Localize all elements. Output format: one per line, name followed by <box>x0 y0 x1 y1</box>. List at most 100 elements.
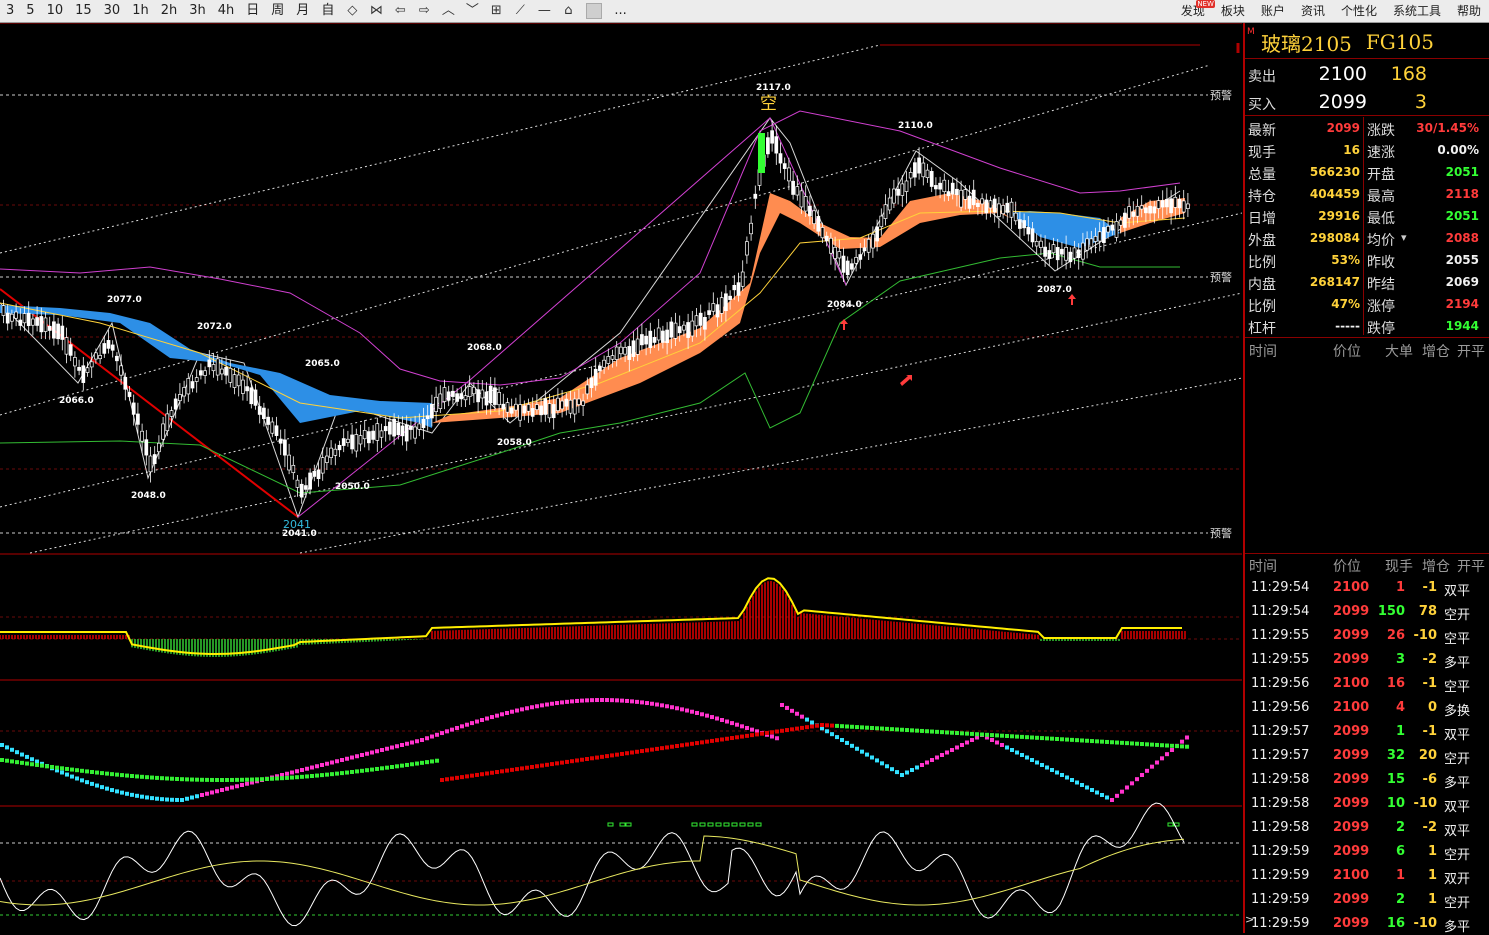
period-week[interactable]: 周 <box>265 0 290 22</box>
indicator-dot <box>1005 734 1009 738</box>
indicator-dot <box>440 778 444 782</box>
menu-personalize[interactable]: 个性化 <box>1333 0 1385 22</box>
indicator-dot <box>345 756 349 761</box>
tick-row[interactable]: 11:29:55 2099 26 -10 空平 <box>1245 623 1489 647</box>
draw-line-icon[interactable]: ⟋ <box>508 0 532 22</box>
indicator-dot <box>105 786 109 791</box>
menu-news[interactable]: 资讯 <box>1293 0 1333 22</box>
chevron-down-icon[interactable]: ﹀ <box>460 0 484 22</box>
indicator-dot <box>385 746 389 751</box>
tick-row[interactable]: 11:29:57 2099 32 20 空开 <box>1245 743 1489 767</box>
zoom-out-icon[interactable]: ⋈ <box>364 0 388 22</box>
tick-row[interactable]: 11:29:59 2099 6 1 空开 <box>1245 839 1489 863</box>
color-swatch[interactable] <box>586 3 603 19</box>
kline-chart[interactable]: 预警 预警 预警 2117.0 2110.0 2077.0 2072.0 206… <box>0 23 1242 933</box>
home-icon[interactable]: ⌂ <box>556 0 580 22</box>
period-15[interactable]: 15 <box>69 0 98 22</box>
period-day[interactable]: 日 <box>240 0 265 22</box>
indicator-dot <box>970 738 974 742</box>
tick-row[interactable]: 11:29:56 2100 4 0 多换 <box>1245 695 1489 719</box>
indicator-dot <box>610 698 614 703</box>
candle <box>572 398 577 415</box>
indicator-dot <box>130 774 134 779</box>
period-3[interactable]: 3 <box>0 0 20 22</box>
chevron-up-icon[interactable]: ︿ <box>436 0 460 22</box>
contract-name: 玻璃2105 <box>1261 31 1352 56</box>
tick-row[interactable]: 11:29:58 2099 2 -2 双平 <box>1245 815 1489 839</box>
tick-row[interactable]: 11:29:59 2099 2 1 空开 <box>1245 887 1489 911</box>
tick-row[interactable]: 11:29:56 2100 16 -1 空平 <box>1245 671 1489 695</box>
candle <box>215 358 220 376</box>
candle <box>421 418 426 429</box>
tick-row[interactable]: 11:29:58 2099 10 -10 双平 <box>1245 791 1489 815</box>
period-10[interactable]: 10 <box>41 0 70 22</box>
market-marker: M <box>1247 27 1255 37</box>
tick-row[interactable]: 11:29:54 2099 150 78 空开 <box>1245 599 1489 623</box>
menu-account[interactable]: 账户 <box>1253 0 1293 22</box>
period-5[interactable]: 5 <box>20 0 40 22</box>
col-big-order: 大单 <box>1385 344 1413 360</box>
menu-sector[interactable]: 板块 <box>1213 0 1253 22</box>
tick-row[interactable]: 11:29:59 2100 1 1 双开 <box>1245 863 1489 887</box>
indicator-dot <box>480 772 484 777</box>
tick-row[interactable]: 11:29:58 2099 15 -6 多平 <box>1245 767 1489 791</box>
candle <box>816 216 821 232</box>
tick-row[interactable]: 11:29:55 2099 3 -2 多平 <box>1245 647 1489 671</box>
contract-title: M 玻璃2105 FG105 <box>1247 27 1434 56</box>
stat-row: 总量 566230 <box>1248 161 1360 183</box>
layout-grid-icon[interactable]: ⊞ <box>484 0 508 22</box>
tick-time: 11:29:58 <box>1251 772 1310 787</box>
indicator-dot <box>960 731 964 736</box>
indicator-dot <box>300 768 304 772</box>
period-2h[interactable]: 2h <box>155 0 184 22</box>
indicator-dot <box>550 701 554 706</box>
tick-time: 11:29:56 <box>1251 676 1310 691</box>
more-button[interactable]: ... <box>608 0 632 22</box>
tick-row[interactable]: 11:29:59 2099 16 -10 多平 <box>1245 911 1489 935</box>
horizontal-line-icon[interactable]: — <box>532 0 556 22</box>
indicator-dot <box>5 745 9 750</box>
candle <box>535 404 539 410</box>
tick-action: 双开 <box>1444 872 1471 887</box>
period-month[interactable]: 月 <box>290 0 315 22</box>
tick-action: 空平 <box>1444 632 1471 647</box>
period-custom[interactable]: 自 <box>315 0 340 22</box>
tick-row[interactable]: 11:29:57 2099 1 -1 双平 <box>1245 719 1489 743</box>
indicator-dot <box>990 733 994 738</box>
candle <box>610 355 615 360</box>
indicator-dot <box>930 729 934 734</box>
zoom-in-icon[interactable]: ◇ <box>340 0 364 22</box>
period-30[interactable]: 30 <box>98 0 127 22</box>
indicator-dot <box>955 745 959 750</box>
menu-help[interactable]: 帮助 <box>1449 0 1489 22</box>
menu-discover[interactable]: 发现 NEW <box>1173 0 1215 22</box>
indicator-dot <box>645 701 649 706</box>
tick-price: 2100 <box>1333 580 1370 595</box>
menu-system-tools[interactable]: 系统工具 <box>1385 0 1449 22</box>
signal-marker <box>731 822 738 827</box>
indicator-dot <box>1010 734 1014 739</box>
candle <box>887 197 892 211</box>
candle <box>312 471 317 477</box>
indicator-dot <box>1055 770 1059 775</box>
arrow-right-icon[interactable]: ⇨ <box>412 0 436 22</box>
arrow-left-icon[interactable]: ⇦ <box>388 0 412 22</box>
indicator-dot <box>225 777 229 782</box>
stat-row: 均价 2088 ▾ <box>1367 227 1479 249</box>
candle <box>1089 238 1094 248</box>
candle <box>463 395 468 401</box>
indicator-dot <box>770 734 774 739</box>
candle <box>266 416 270 425</box>
candle <box>262 407 266 420</box>
chevron-down-icon[interactable]: ▾ <box>1401 231 1407 244</box>
candle <box>1123 212 1127 228</box>
kline-chart-area[interactable]: 预警 预警 预警 2117.0 2110.0 2077.0 2072.0 206… <box>0 23 1242 933</box>
candle <box>329 447 333 458</box>
period-1h[interactable]: 1h <box>126 0 155 22</box>
tick-row[interactable]: 11:29:54 2100 1 -1 双平 <box>1245 575 1489 599</box>
col-volume: 现手 <box>1385 559 1413 575</box>
period-4h[interactable]: 4h <box>212 0 241 22</box>
period-3h[interactable]: 3h <box>183 0 212 22</box>
stat-value: 2055 <box>1445 253 1479 267</box>
tick-time: 11:29:58 <box>1251 820 1310 835</box>
